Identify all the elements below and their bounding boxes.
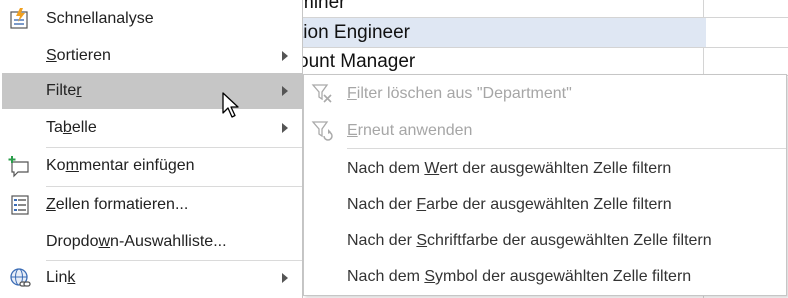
format-cells-icon bbox=[8, 193, 32, 217]
table-cell[interactable]: ount Manager bbox=[296, 48, 706, 75]
reapply-filter-icon bbox=[310, 119, 334, 143]
submenu-item-nach-schriftfarbe-filtern[interactable]: Nach der Schriftfarbe der ausgewählten Z… bbox=[304, 223, 786, 259]
menu-item-link[interactable]: Link bbox=[2, 260, 302, 296]
mouse-cursor-icon bbox=[222, 92, 242, 120]
table-row[interactable]: ount Manager bbox=[296, 48, 788, 76]
menu-item-filter[interactable]: Filter bbox=[2, 73, 302, 109]
filter-submenu: Filter löschen aus "Department" Erneut a… bbox=[303, 74, 787, 296]
menu-item-sortieren[interactable]: Sortieren bbox=[2, 38, 302, 74]
menu-item-kommentar-einfuegen[interactable]: Kommentar einfügen bbox=[2, 148, 302, 184]
submenu-item-nach-farbe-filtern[interactable]: Nach der Farbe der ausgewählten Zelle fi… bbox=[304, 187, 786, 223]
table-row[interactable]: miner bbox=[296, 0, 788, 18]
submenu-arrow-icon bbox=[282, 86, 288, 96]
menu-item-schnellanalyse[interactable]: Schnellanalyse bbox=[2, 1, 302, 37]
submenu-arrow-icon bbox=[282, 123, 288, 133]
menu-separator bbox=[347, 148, 786, 149]
table-cell-selected[interactable]: tion Engineer bbox=[296, 18, 706, 47]
menu-item-zellen-formatieren[interactable]: Zellen formatieren... bbox=[2, 187, 302, 223]
table-cell[interactable]: miner bbox=[296, 0, 706, 12]
menu-item-tabelle[interactable]: Tabelle bbox=[2, 110, 302, 146]
submenu-item-filter-loeschen[interactable]: Filter löschen aus "Department" bbox=[304, 76, 786, 112]
link-icon bbox=[8, 266, 32, 290]
submenu-item-erneut-anwenden[interactable]: Erneut anwenden bbox=[304, 113, 786, 149]
submenu-arrow-icon bbox=[282, 273, 288, 283]
submenu-arrow-icon bbox=[282, 51, 288, 61]
context-menu: Schnellanalyse Sortieren Filter Tabelle … bbox=[2, 0, 303, 298]
table-row[interactable]: tion Engineer bbox=[296, 18, 788, 48]
quick-analysis-icon bbox=[8, 7, 32, 31]
submenu-item-nach-symbol-filtern[interactable]: Nach dem Symbol der ausgewählten Zelle f… bbox=[304, 259, 786, 295]
clear-filter-icon bbox=[310, 82, 334, 106]
submenu-item-nach-wert-filtern[interactable]: Nach dem Wert der ausgewählten Zelle fil… bbox=[304, 151, 786, 187]
menu-item-dropdown-auswahlliste[interactable]: Dropdown-Auswahlliste... bbox=[2, 224, 302, 260]
insert-comment-icon bbox=[8, 154, 32, 178]
